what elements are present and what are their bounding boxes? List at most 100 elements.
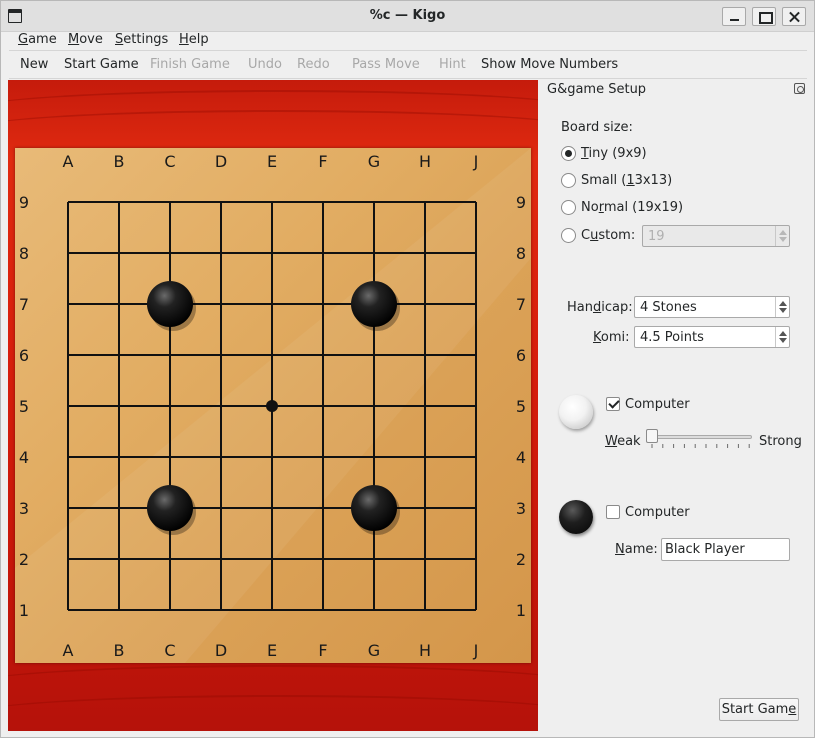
row-label: 3 (19, 499, 29, 518)
background-ripple (8, 695, 538, 731)
size-tiny-label[interactable]: Tiny (9x9) (581, 146, 647, 161)
row-label: 4 (516, 448, 526, 467)
row-label: 2 (516, 550, 526, 569)
menu-settings-label: ettings (123, 32, 169, 47)
strength-slider[interactable] (651, 435, 752, 439)
window-title: %c — Kigo (369, 8, 446, 23)
close-button[interactable] (782, 7, 806, 26)
board-background: A A B B C C D D E E F F G G H H J J 9 9 8 8 7 7 6 6 5 5 4 4 3 3 2 2 1 1 (8, 80, 538, 731)
background-ripple (8, 110, 538, 150)
menu-help[interactable]: Help (179, 32, 209, 47)
row-label: 1 (19, 601, 29, 620)
strength-slider-handle[interactable] (646, 429, 658, 443)
board-size-label: Board size: (561, 120, 633, 135)
black-player-name-field[interactable] (661, 538, 790, 561)
row-label: 2 (19, 550, 29, 569)
size-normal-radio[interactable] (561, 200, 576, 215)
row-label: 9 (19, 193, 29, 212)
black-computer-label[interactable]: Computer (625, 505, 690, 520)
menu-game[interactable]: Game (18, 32, 57, 47)
spin-arrows-icon[interactable] (775, 297, 789, 317)
column-label: H (419, 152, 431, 171)
row-label: 7 (516, 295, 526, 314)
column-label: A (63, 641, 74, 660)
size-custom-label[interactable]: Custom: (581, 228, 635, 243)
toolbar: New Start Game Finish Game Undo Redo Pas… (1, 53, 814, 78)
column-label: G (368, 641, 380, 660)
undo-button[interactable]: Undo (248, 57, 282, 72)
menu-move[interactable]: Move (68, 32, 103, 47)
show-move-numbers-button[interactable]: Show Move Numbers (481, 57, 618, 72)
row-label: 5 (516, 397, 526, 416)
komi-value: 4.5 Points (640, 330, 704, 345)
name-label: Name: (615, 542, 658, 557)
column-label: G (368, 152, 380, 171)
start-game-button[interactable]: Start Game (64, 57, 139, 72)
row-label: 6 (516, 346, 526, 365)
finish-game-button[interactable]: Finish Game (150, 57, 230, 72)
white-computer-checkbox[interactable] (606, 397, 620, 411)
star-point (266, 400, 278, 412)
size-normal-label[interactable]: Normal (19x19) (581, 200, 683, 215)
black-computer-checkbox[interactable] (606, 505, 620, 519)
row-label: 8 (19, 244, 29, 263)
white-stone-icon (559, 395, 593, 429)
komi-spinbox[interactable]: 4.5 Points (634, 326, 790, 348)
komi-label: Komi: (593, 330, 630, 345)
handicap-value: 4 Stones (640, 300, 697, 315)
size-tiny-radio[interactable] (561, 146, 576, 161)
black-player-name-input[interactable] (665, 542, 785, 557)
column-label: F (318, 641, 327, 660)
column-label: C (164, 641, 175, 660)
column-label: H (419, 641, 431, 660)
menu-help-mnemonic: H (179, 32, 189, 47)
size-custom-radio[interactable] (561, 228, 576, 243)
go-board[interactable]: A A B B C C D D E E F F G G H H J J 9 9 8 8 7 7 6 6 5 5 4 4 3 3 2 2 1 1 (15, 148, 531, 663)
menu-separator (9, 50, 807, 51)
column-label: B (114, 641, 125, 660)
spin-arrows-icon[interactable] (775, 226, 789, 246)
row-label: 1 (516, 601, 526, 620)
kigo-window: %c — Kigo Game Move Settings Help New St… (0, 0, 815, 738)
menu-game-label: ame (28, 32, 57, 47)
menu-settings[interactable]: Settings (115, 32, 168, 47)
dock-float-icon[interactable] (794, 83, 805, 94)
column-label: D (215, 641, 227, 660)
weak-label: Weak (605, 434, 641, 449)
black-stone (147, 485, 193, 531)
black-stone-icon (559, 500, 593, 534)
hint-button[interactable]: Hint (439, 57, 466, 72)
black-stone (147, 281, 193, 327)
title-bar: %c — Kigo (1, 1, 814, 32)
handicap-label: Handicap: (567, 300, 633, 315)
spin-arrows-icon[interactable] (775, 327, 789, 347)
row-label: 9 (516, 193, 526, 212)
row-label: 7 (19, 295, 29, 314)
size-small-label[interactable]: Small (13x13) (581, 173, 672, 188)
redo-button[interactable]: Redo (297, 57, 330, 72)
row-label: 6 (19, 346, 29, 365)
board-grid[interactable]: A A B B C C D D E E F F G G H H J J 9 9 8 8 7 7 6 6 5 5 4 4 3 3 2 2 1 1 (15, 148, 531, 663)
maximize-button[interactable] (752, 7, 776, 26)
size-small-radio[interactable] (561, 173, 576, 188)
custom-size-value: 19 (648, 229, 665, 244)
minimize-button[interactable] (722, 7, 746, 26)
white-computer-label[interactable]: Computer (625, 397, 690, 412)
custom-size-spinbox[interactable]: 19 (642, 225, 790, 247)
row-label: 8 (516, 244, 526, 263)
handicap-spinbox[interactable]: 4 Stones (634, 296, 790, 318)
column-label: F (318, 152, 327, 171)
slider-ticks (651, 444, 750, 448)
new-button[interactable]: New (20, 57, 48, 72)
menu-move-mnemonic: M (68, 32, 80, 47)
column-label: J (473, 641, 479, 660)
column-label: B (114, 152, 125, 171)
column-label: E (267, 641, 277, 660)
start-game-dock-button[interactable]: Start Game (719, 698, 799, 721)
strong-label: Strong (759, 434, 802, 449)
menu-help-label: elp (188, 32, 209, 47)
column-label: C (164, 152, 175, 171)
row-label: 3 (516, 499, 526, 518)
pass-move-button[interactable]: Pass Move (352, 57, 420, 72)
toolbar-separator (9, 78, 807, 79)
